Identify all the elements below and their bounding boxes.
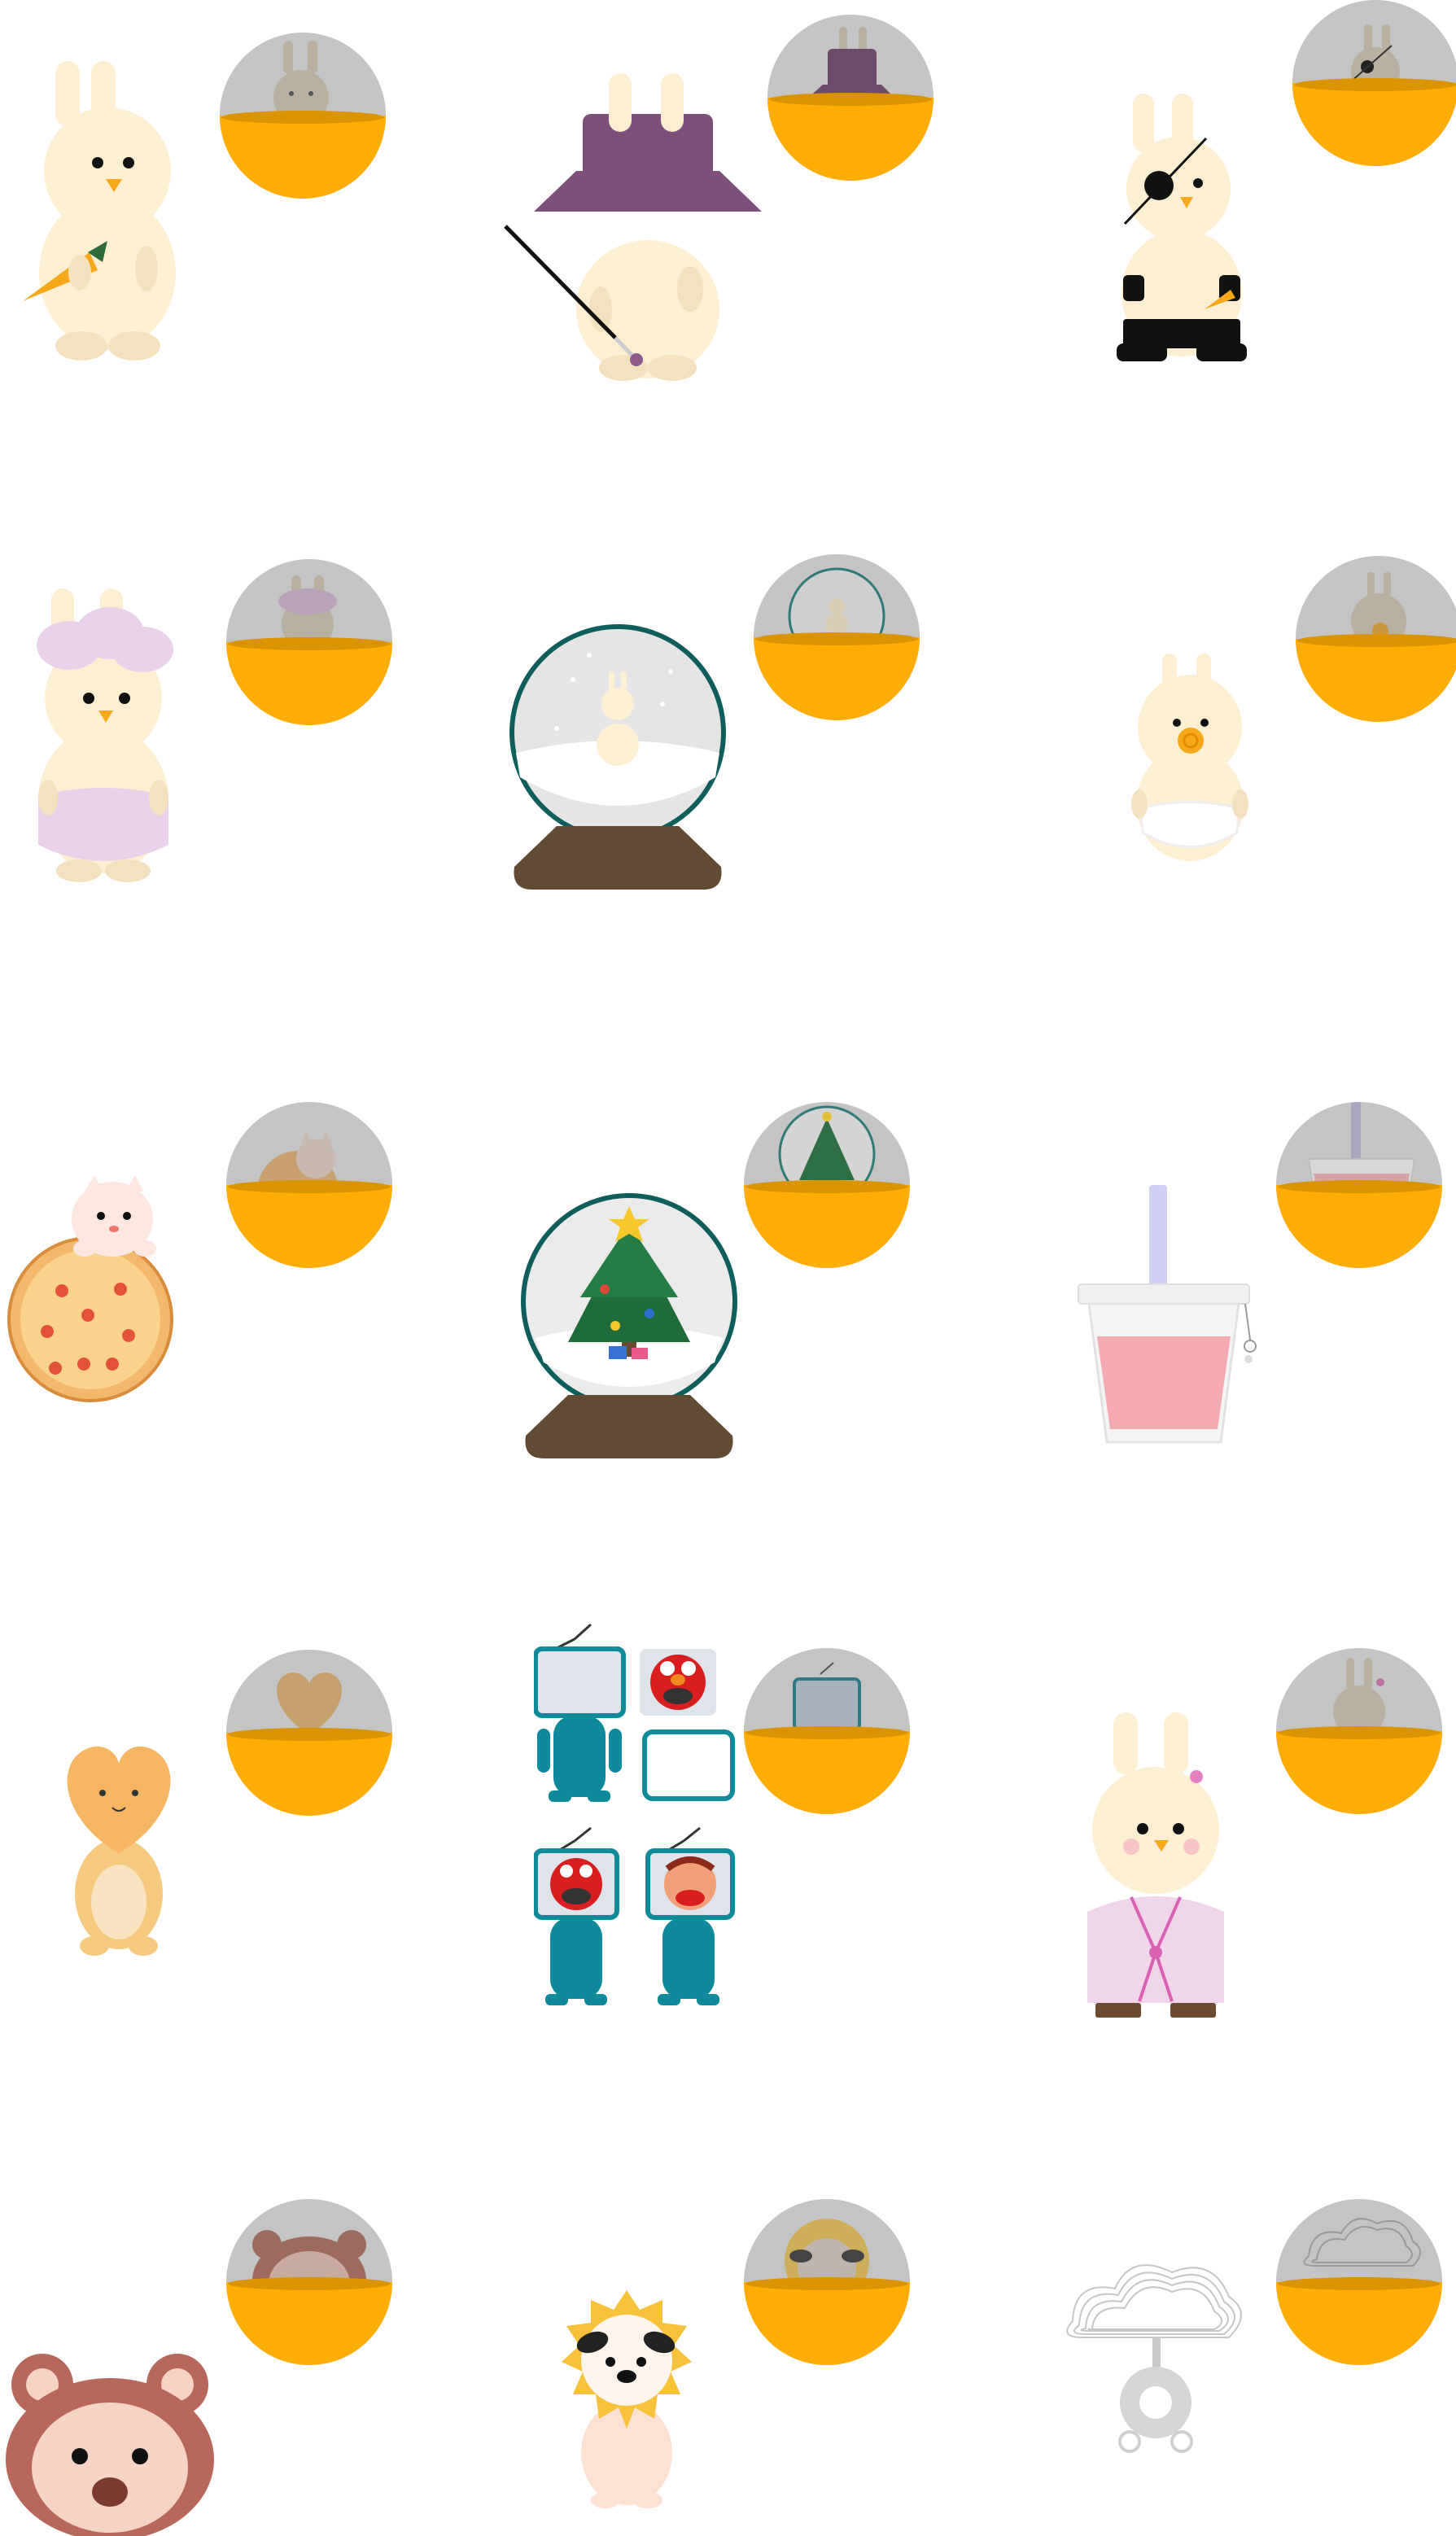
gallery-item-heart-cat[interactable] xyxy=(0,1521,485,2028)
gallery-item-sun-dog[interactable] xyxy=(485,2028,970,2535)
gallery-item-diaper-bunny[interactable] xyxy=(0,507,485,1014)
bear-head-icon xyxy=(0,2346,220,2536)
capsule-kimono-bunny xyxy=(1276,1648,1442,1814)
gallery-item-tv-head-set[interactable] xyxy=(485,1521,970,2028)
capsule-heart-cat xyxy=(226,1650,392,1816)
bunny-with-carrot-icon xyxy=(16,57,195,366)
gallery-item-pizza-cat[interactable] xyxy=(0,1014,485,1521)
cat-with-pizza-icon xyxy=(7,1169,177,1405)
capsule-tv-head-set xyxy=(744,1648,910,1814)
gallery-item-bear-head[interactable] xyxy=(0,2028,485,2536)
cloud-slinky-icon xyxy=(1058,2248,1253,2459)
sun-mane-dog-icon xyxy=(549,2290,711,2510)
capsule-snowman-globe xyxy=(754,554,920,720)
bunny-with-purple-hat-and-wand-icon xyxy=(501,65,762,391)
capsule-strawberry-drink xyxy=(1276,1102,1442,1268)
gallery-item-kimono-bunny[interactable] xyxy=(970,1521,1455,2028)
snow-globe-with-snowman-icon xyxy=(508,623,728,899)
gallery-item-pacifier-chick[interactable] xyxy=(970,507,1456,1014)
gallery-item-christmas-globe[interactable] xyxy=(485,1014,970,1521)
bunny-with-pink-cloud-hair-icon xyxy=(28,584,183,885)
capsule-bear-head xyxy=(226,2199,392,2365)
gallery-item-pirate-bunny[interactable] xyxy=(970,0,1456,507)
capsule-pirate-bunny xyxy=(1292,0,1456,166)
gallery-item-carrot-bunny[interactable] xyxy=(0,0,485,507)
capsule-cloud-spring xyxy=(1276,2199,1442,2365)
tv-head-figures-icon xyxy=(534,1615,745,2038)
capsule-toy-gallery xyxy=(0,0,1456,2536)
gallery-item-cloud-spring[interactable] xyxy=(970,2028,1455,2535)
bunny-in-pink-robe-icon xyxy=(1082,1708,1245,2026)
capsule-carrot-bunny xyxy=(220,33,386,199)
capsule-sun-dog xyxy=(744,2199,910,2365)
bunny-with-eyepatch-icon xyxy=(1108,90,1255,366)
gallery-item-strawberry-drink[interactable] xyxy=(970,1014,1455,1521)
gallery-item-magician-bunny[interactable] xyxy=(485,0,970,507)
capsule-pacifier-chick xyxy=(1296,556,1456,722)
capsule-pizza-cat xyxy=(226,1102,392,1268)
snow-globe-with-christmas-tree-icon xyxy=(519,1191,739,1468)
capsule-magician-bunny xyxy=(767,15,934,181)
pink-drink-cup-icon xyxy=(1074,1185,1270,1454)
bunny-with-pacifier-icon xyxy=(1131,649,1253,869)
heart-head-cat-icon xyxy=(54,1739,184,1959)
capsule-diaper-bunny xyxy=(226,559,392,725)
capsule-christmas-globe xyxy=(744,1102,910,1268)
gallery-item-snowman-globe[interactable] xyxy=(485,507,970,1014)
